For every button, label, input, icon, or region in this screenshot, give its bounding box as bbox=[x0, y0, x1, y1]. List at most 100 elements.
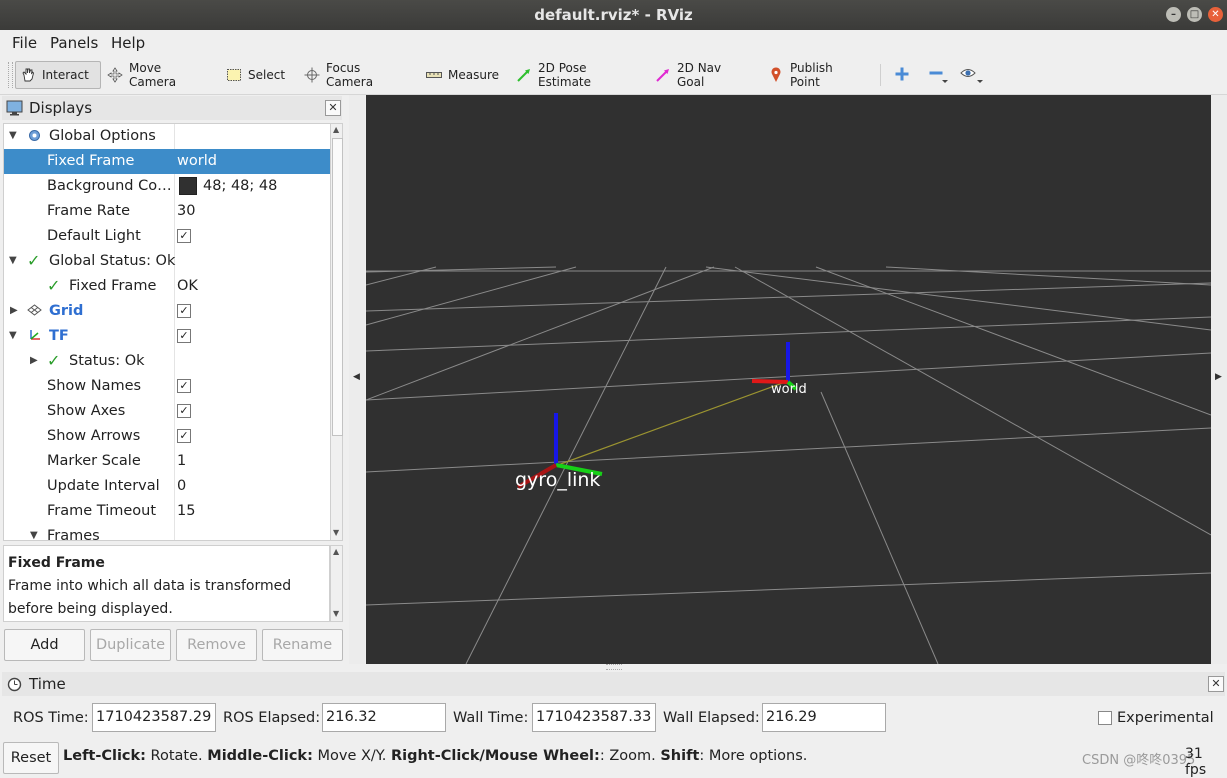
toolbar-grip[interactable] bbox=[8, 62, 13, 88]
tree-row-fixed-frame-status[interactable]: ✓ Fixed Frame OK bbox=[4, 274, 330, 299]
tree-row-default-light[interactable]: Default Light ✓ bbox=[4, 224, 330, 249]
tree-row-frames[interactable]: ▼ Frames bbox=[4, 524, 330, 540]
expand-arrow-icon[interactable]: ▼ bbox=[9, 255, 17, 266]
tree-row-show-arrows[interactable]: Show Arrows ✓ bbox=[4, 424, 330, 449]
tool-interact[interactable]: Interact bbox=[15, 61, 101, 89]
checkbox[interactable]: ✓ bbox=[177, 404, 191, 418]
tool-focus-camera[interactable]: Focus Camera bbox=[300, 61, 412, 89]
expand-arrow-icon[interactable]: ▼ bbox=[9, 330, 17, 341]
displays-panel-header: Displays ✕ bbox=[2, 96, 342, 120]
hint-left-click-desc: Rotate. bbox=[145, 748, 208, 764]
ruler-icon bbox=[426, 67, 442, 83]
scroll-down-arrow-icon[interactable]: ▼ bbox=[333, 528, 339, 537]
window-title: default.rviz* - RViz bbox=[534, 6, 693, 24]
tree-row-frame-rate[interactable]: Frame Rate 30 bbox=[4, 199, 330, 224]
tree-label: Show Names bbox=[47, 378, 142, 394]
remove-display-button[interactable]: Remove bbox=[176, 629, 257, 661]
tree-label: Fixed Frame bbox=[47, 153, 135, 169]
menu-file[interactable]: File bbox=[12, 34, 37, 52]
tree-value[interactable]: 30 bbox=[177, 203, 195, 219]
scrollbar-thumb[interactable] bbox=[332, 138, 343, 436]
description-title: Fixed Frame bbox=[8, 555, 105, 571]
expand-arrow-icon[interactable]: ▼ bbox=[30, 530, 38, 540]
collapsed-arrow-icon[interactable]: ▶ bbox=[30, 355, 38, 366]
wall-time-field[interactable]: 1710423587.33 bbox=[532, 703, 656, 732]
tree-row-update-interval[interactable]: Update Interval 0 bbox=[4, 474, 330, 499]
menu-panels[interactable]: Panels bbox=[50, 34, 98, 52]
menu-bar: File Panels Help bbox=[0, 30, 1227, 56]
gear-icon bbox=[27, 128, 42, 147]
displays-title: Displays bbox=[29, 99, 93, 117]
checkbox[interactable]: ✓ bbox=[177, 304, 191, 318]
tool-select[interactable]: Select bbox=[222, 61, 292, 89]
tree-value[interactable]: 1 bbox=[177, 453, 186, 469]
remove-tool-minus-icon[interactable] bbox=[928, 66, 948, 90]
ros-elapsed-field[interactable]: 216.32 bbox=[322, 703, 446, 732]
collapsed-arrow-icon[interactable]: ▶ bbox=[10, 305, 18, 316]
reset-button[interactable]: Reset bbox=[3, 742, 59, 774]
tree-row-frame-timeout[interactable]: Frame Timeout 15 bbox=[4, 499, 330, 524]
time-close-button[interactable]: ✕ bbox=[1208, 676, 1224, 692]
scene-canvas[interactable]: world gyro_link bbox=[366, 95, 1211, 664]
tool-2d-nav-goal-label: 2D Nav Goal bbox=[677, 61, 722, 89]
ros-time-field[interactable]: 1710423587.29 bbox=[92, 703, 216, 732]
tree-value[interactable]: world bbox=[177, 153, 217, 169]
tree-row-grid[interactable]: ▶ Grid ✓ bbox=[4, 299, 330, 324]
monitor-icon bbox=[6, 100, 23, 116]
expand-arrow-icon[interactable]: ▼ bbox=[9, 130, 17, 141]
tool-measure-label: Measure bbox=[448, 68, 499, 82]
description-scrollbar[interactable]: ▲ ▼ bbox=[330, 545, 343, 622]
left-dock-splitter[interactable]: ◀ bbox=[349, 95, 365, 664]
checkbox[interactable]: ✓ bbox=[177, 379, 191, 393]
tree-row-tf[interactable]: ▼ TF ✓ bbox=[4, 324, 330, 349]
tree-row-global-options[interactable]: ▼ Global Options bbox=[4, 124, 330, 149]
tree-row-marker-scale[interactable]: Marker Scale 1 bbox=[4, 449, 330, 474]
checkbox[interactable]: ✓ bbox=[177, 429, 191, 443]
scroll-up-arrow-icon[interactable]: ▲ bbox=[333, 125, 339, 134]
checkbox[interactable]: ✓ bbox=[177, 229, 191, 243]
right-dock-splitter[interactable]: ▶ bbox=[1211, 95, 1227, 664]
tree-row-show-names[interactable]: Show Names ✓ bbox=[4, 374, 330, 399]
minimize-button[interactable]: – bbox=[1166, 7, 1181, 22]
tool-2d-pose-estimate[interactable]: 2D Pose Estimate bbox=[512, 61, 638, 89]
scroll-up-arrow-icon[interactable]: ▲ bbox=[333, 547, 339, 556]
tree-value[interactable]: 48; 48; 48 bbox=[203, 178, 277, 194]
render-3d-view[interactable]: world gyro_link bbox=[366, 95, 1211, 664]
tool-publish-point[interactable]: Publish Point bbox=[764, 61, 868, 89]
tree-row-global-status[interactable]: ▼ ✓ Global Status: Ok bbox=[4, 249, 330, 274]
tree-value[interactable]: 0 bbox=[177, 478, 186, 494]
duplicate-display-button[interactable]: Duplicate bbox=[90, 629, 171, 661]
checkbox[interactable]: ✓ bbox=[177, 329, 191, 343]
tree-row-background-color[interactable]: Background Co… 48; 48; 48 bbox=[4, 174, 330, 199]
color-swatch[interactable] bbox=[179, 177, 197, 195]
collapse-left-arrow-icon[interactable]: ◀ bbox=[353, 372, 360, 382]
scroll-down-arrow-icon[interactable]: ▼ bbox=[333, 609, 339, 618]
experimental-checkbox[interactable] bbox=[1098, 711, 1112, 725]
tree-label: Status: Ok bbox=[69, 353, 145, 369]
views-eye-icon[interactable] bbox=[960, 66, 984, 90]
menu-help[interactable]: Help bbox=[111, 34, 145, 52]
fps-counter: 31 fps bbox=[1185, 746, 1207, 778]
close-window-button[interactable]: ✕ bbox=[1208, 7, 1223, 22]
tree-row-show-axes[interactable]: Show Axes ✓ bbox=[4, 399, 330, 424]
tool-measure[interactable]: Measure bbox=[422, 61, 500, 89]
displays-close-button[interactable]: ✕ bbox=[325, 100, 341, 116]
wall-elapsed-field[interactable]: 216.29 bbox=[762, 703, 886, 732]
toolbar: Interact Move Camera Select Focus Camera… bbox=[0, 56, 1227, 95]
tree-value[interactable]: 15 bbox=[177, 503, 195, 519]
tool-2d-nav-goal[interactable]: 2D Nav Goal bbox=[651, 61, 751, 89]
tool-focus-camera-label: Focus Camera bbox=[326, 61, 374, 89]
tree-scrollbar[interactable]: ▲ ▼ bbox=[330, 123, 343, 541]
tree-label: Grid bbox=[49, 303, 84, 319]
bottom-splitter-grip[interactable] bbox=[606, 664, 622, 670]
tree-row-fixed-frame[interactable]: Fixed Frame world bbox=[4, 149, 330, 174]
property-description: Fixed Frame Frame into which all data is… bbox=[3, 545, 330, 622]
collapse-right-arrow-icon[interactable]: ▶ bbox=[1215, 372, 1222, 382]
tree-row-tf-status[interactable]: ▶ ✓ Status: Ok bbox=[4, 349, 330, 374]
tool-move-camera[interactable]: Move Camera bbox=[103, 61, 215, 89]
add-tool-plus-icon[interactable] bbox=[894, 66, 910, 86]
maximize-button[interactable]: □ bbox=[1187, 7, 1202, 22]
select-icon bbox=[226, 67, 242, 83]
add-display-button[interactable]: Add bbox=[4, 629, 85, 661]
rename-display-button[interactable]: Rename bbox=[262, 629, 343, 661]
